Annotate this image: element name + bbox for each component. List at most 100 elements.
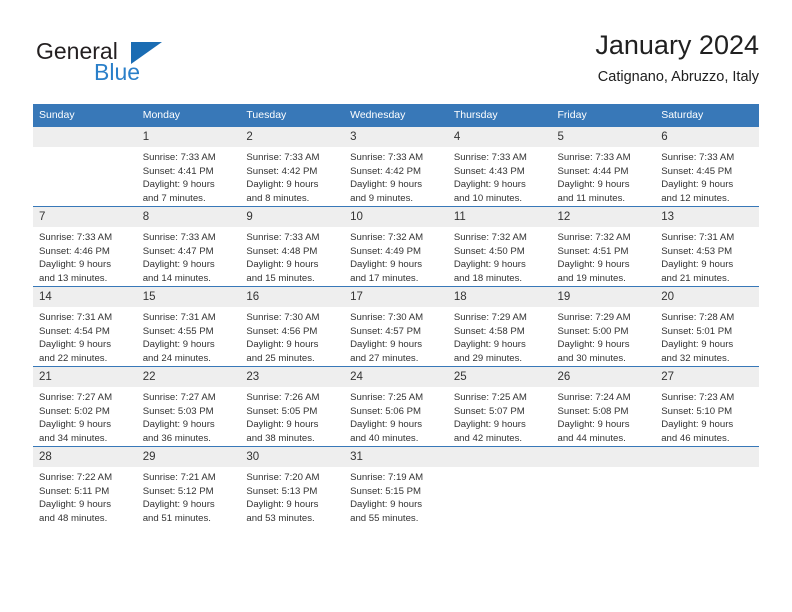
day-detail-line: Sunrise: 7:33 AM bbox=[142, 232, 216, 243]
day-number: 17 bbox=[344, 287, 448, 307]
calendar-day-cell[interactable]: 8 Sunrise: 7:33 AM Sunset: 4:47 PM Daylight… bbox=[136, 206, 241, 287]
day-detail-line: Sunset: 5:15 PM bbox=[350, 485, 422, 497]
weekday-header-wednesday: Wednesday bbox=[344, 104, 448, 127]
calendar-day-cell[interactable]: 2 Sunrise: 7:33 AM Sunset: 4:42 PM Daylight… bbox=[240, 126, 345, 207]
calendar-day-cell[interactable]: 1 Sunrise: 7:33 AM Sunset: 4:41 PM Daylight… bbox=[136, 126, 241, 207]
day-detail-line: Daylight: 9 hours bbox=[453, 179, 526, 191]
calendar-day-cell[interactable]: 12 Sunrise: 7:32 AM Sunset: 4:51 PM Dayligh… bbox=[551, 206, 656, 287]
day-detail-line: and 22 minutes. bbox=[39, 352, 108, 364]
calendar-day-cell[interactable]: 31 Sunrise: 7:19 AM Sunset: 5:15 PM Dayligh… bbox=[344, 446, 448, 526]
day-details: Sunrise: 7:29 AM Sunset: 4:58 PM Daylight:… bbox=[448, 307, 552, 365]
day-detail-line: Sunset: 4:56 PM bbox=[246, 325, 318, 337]
calendar-day-cell[interactable]: 4 Sunrise: 7:33 AM Sunset: 4:43 PM Daylight… bbox=[447, 126, 552, 207]
day-details: Sunrise: 7:33 AM Sunset: 4:42 PM Daylight:… bbox=[344, 147, 448, 205]
day-detail-line: Daylight: 9 hours bbox=[39, 339, 111, 351]
day-detail-line: and 7 minutes. bbox=[142, 192, 206, 204]
day-details: Sunrise: 7:26 AM Sunset: 5:05 PM Daylight:… bbox=[240, 387, 344, 445]
day-number: 4 bbox=[447, 127, 552, 147]
calendar-day-cell[interactable]: 30 Sunrise: 7:20 AM Sunset: 5:13 PM Dayligh… bbox=[240, 446, 345, 526]
day-detail-line: and 48 minutes. bbox=[39, 512, 108, 524]
calendar-day-cell[interactable]: 11 Sunrise: 7:32 AM Sunset: 4:50 PM Dayligh… bbox=[447, 206, 552, 287]
calendar-day-cell[interactable]: 14 Sunrise: 7:31 AM Sunset: 4:54 PM Dayligh… bbox=[33, 286, 137, 367]
day-details: Sunrise: 7:30 AM Sunset: 4:56 PM Daylight:… bbox=[240, 307, 344, 365]
weekday-header-saturday: Saturday bbox=[655, 104, 759, 127]
day-number: 2 bbox=[240, 127, 345, 147]
day-details: Sunrise: 7:19 AM Sunset: 5:15 PM Daylight:… bbox=[344, 467, 448, 525]
calendar-day-cell[interactable]: 15 Sunrise: 7:31 AM Sunset: 4:55 PM Dayligh… bbox=[136, 286, 241, 367]
day-details: Sunrise: 7:33 AM Sunset: 4:42 PM Daylight:… bbox=[240, 147, 344, 205]
day-number: 24 bbox=[344, 367, 448, 387]
day-detail-line: Sunrise: 7:28 AM bbox=[661, 312, 735, 323]
calendar-day-cell[interactable]: 21 Sunrise: 7:27 AM Sunset: 5:02 PM Dayligh… bbox=[33, 366, 137, 447]
day-detail-line: Sunrise: 7:33 AM bbox=[246, 152, 320, 163]
calendar-header-row: Sunday Monday Tuesday Wednesday Thursday Frid… bbox=[33, 104, 759, 127]
calendar-day-cell[interactable]: 7 Sunrise: 7:33 AM Sunset: 4:46 PM Daylight… bbox=[33, 206, 137, 287]
day-details bbox=[448, 467, 552, 471]
day-detail-line: Sunrise: 7:22 AM bbox=[39, 472, 113, 483]
day-detail-line: and 44 minutes. bbox=[557, 432, 626, 444]
day-details bbox=[552, 467, 656, 471]
day-number: 18 bbox=[447, 287, 552, 307]
day-number: 20 bbox=[655, 287, 759, 307]
calendar-week-row: 1 Sunrise: 7:33 AM Sunset: 4:41 PM Daylight… bbox=[33, 126, 759, 207]
calendar-day-cell[interactable]: 3 Sunrise: 7:33 AM Sunset: 4:42 PM Daylight… bbox=[344, 126, 448, 207]
calendar-day-cell[interactable]: 17 Sunrise: 7:30 AM Sunset: 4:57 PM Dayligh… bbox=[344, 286, 448, 367]
day-details: Sunrise: 7:28 AM Sunset: 5:01 PM Daylight:… bbox=[655, 307, 759, 365]
day-detail-line: Sunrise: 7:26 AM bbox=[246, 392, 320, 403]
calendar-day-cell[interactable]: 13 Sunrise: 7:31 AM Sunset: 4:53 PM Dayligh… bbox=[655, 206, 759, 287]
day-detail-line: Sunrise: 7:33 AM bbox=[557, 152, 631, 163]
calendar-day-cell[interactable]: 24 Sunrise: 7:25 AM Sunset: 5:06 PM Dayligh… bbox=[344, 366, 448, 447]
day-detail-line: and 15 minutes. bbox=[246, 272, 315, 284]
day-detail-line: and 17 minutes. bbox=[350, 272, 419, 284]
day-number: 29 bbox=[136, 447, 241, 467]
day-detail-line: and 11 minutes. bbox=[557, 192, 626, 204]
day-number: 31 bbox=[344, 447, 448, 467]
calendar-body: 1 Sunrise: 7:33 AM Sunset: 4:41 PM Daylight… bbox=[33, 126, 759, 526]
day-details: Sunrise: 7:31 AM Sunset: 4:54 PM Daylight:… bbox=[33, 307, 137, 365]
day-detail-line: Sunset: 4:57 PM bbox=[350, 325, 422, 337]
day-detail-line: Sunrise: 7:27 AM bbox=[142, 392, 216, 403]
day-detail-line: Daylight: 9 hours bbox=[453, 339, 526, 351]
calendar-day-cell[interactable]: 6 Sunrise: 7:33 AM Sunset: 4:45 PM Daylight… bbox=[655, 126, 759, 207]
calendar-day-cell[interactable]: 27 Sunrise: 7:23 AM Sunset: 5:10 PM Dayligh… bbox=[655, 366, 759, 447]
calendar-day-cell[interactable]: 22 Sunrise: 7:27 AM Sunset: 5:03 PM Dayligh… bbox=[136, 366, 241, 447]
calendar-day-cell[interactable]: 16 Sunrise: 7:30 AM Sunset: 4:56 PM Dayligh… bbox=[240, 286, 345, 367]
calendar-day-cell[interactable]: 18 Sunrise: 7:29 AM Sunset: 4:58 PM Dayligh… bbox=[447, 286, 552, 367]
calendar-day-cell[interactable]: 29 Sunrise: 7:21 AM Sunset: 5:12 PM Dayligh… bbox=[136, 446, 241, 526]
calendar-day-cell[interactable]: 19 Sunrise: 7:29 AM Sunset: 5:00 PM Dayligh… bbox=[551, 286, 656, 367]
calendar-day-cell[interactable]: 9 Sunrise: 7:33 AM Sunset: 4:48 PM Daylight… bbox=[240, 206, 345, 287]
day-number: 19 bbox=[551, 287, 656, 307]
day-detail-line: and 29 minutes. bbox=[453, 352, 523, 364]
day-details: Sunrise: 7:33 AM Sunset: 4:44 PM Daylight:… bbox=[552, 147, 656, 205]
day-detail-line: Sunrise: 7:33 AM bbox=[661, 152, 735, 163]
weekday-header-monday: Monday bbox=[136, 104, 241, 127]
day-detail-line: Sunset: 4:55 PM bbox=[142, 325, 214, 337]
day-number: 15 bbox=[136, 287, 241, 307]
day-detail-line: Daylight: 9 hours bbox=[39, 419, 111, 431]
day-detail-line: Sunrise: 7:19 AM bbox=[350, 472, 424, 483]
calendar-day-cell[interactable]: 20 Sunrise: 7:28 AM Sunset: 5:01 PM Dayligh… bbox=[655, 286, 759, 367]
calendar-day-cell[interactable]: 5 Sunrise: 7:33 AM Sunset: 4:44 PM Daylight… bbox=[551, 126, 656, 207]
day-detail-line: Daylight: 9 hours bbox=[557, 259, 630, 271]
day-detail-line: Sunrise: 7:33 AM bbox=[246, 232, 320, 243]
day-detail-line: Sunrise: 7:31 AM bbox=[39, 312, 113, 323]
calendar-day-cell[interactable]: 26 Sunrise: 7:24 AM Sunset: 5:08 PM Dayligh… bbox=[551, 366, 656, 447]
day-details: Sunrise: 7:32 AM Sunset: 4:50 PM Daylight:… bbox=[448, 227, 552, 285]
day-detail-line: and 10 minutes. bbox=[453, 192, 523, 204]
logo-text-blue: Blue bbox=[94, 59, 141, 85]
calendar-day-cell[interactable]: 23 Sunrise: 7:26 AM Sunset: 5:05 PM Dayligh… bbox=[240, 366, 345, 447]
day-detail-line: Daylight: 9 hours bbox=[350, 179, 423, 191]
general-blue-logo[interactable]: General Blue bbox=[36, 38, 216, 90]
day-detail-line: Daylight: 9 hours bbox=[557, 339, 630, 351]
calendar-day-cell[interactable]: 28 Sunrise: 7:22 AM Sunset: 5:11 PM Dayligh… bbox=[33, 446, 137, 526]
month-calendar: Sunday Monday Tuesday Wednesday Thursday Frid… bbox=[33, 104, 759, 526]
day-detail-line: Sunset: 4:42 PM bbox=[350, 165, 422, 177]
day-number bbox=[551, 447, 656, 467]
day-detail-line: Daylight: 9 hours bbox=[39, 259, 111, 271]
day-number bbox=[655, 447, 759, 467]
calendar-day-cell[interactable]: 25 Sunrise: 7:25 AM Sunset: 5:07 PM Dayligh… bbox=[447, 366, 552, 447]
day-details: Sunrise: 7:33 AM Sunset: 4:41 PM Daylight:… bbox=[137, 147, 241, 205]
calendar-day-cell-empty bbox=[447, 446, 552, 526]
calendar-day-cell[interactable]: 10 Sunrise: 7:32 AM Sunset: 4:49 PM Dayligh… bbox=[344, 206, 448, 287]
day-detail-line: and 12 minutes. bbox=[661, 192, 730, 204]
